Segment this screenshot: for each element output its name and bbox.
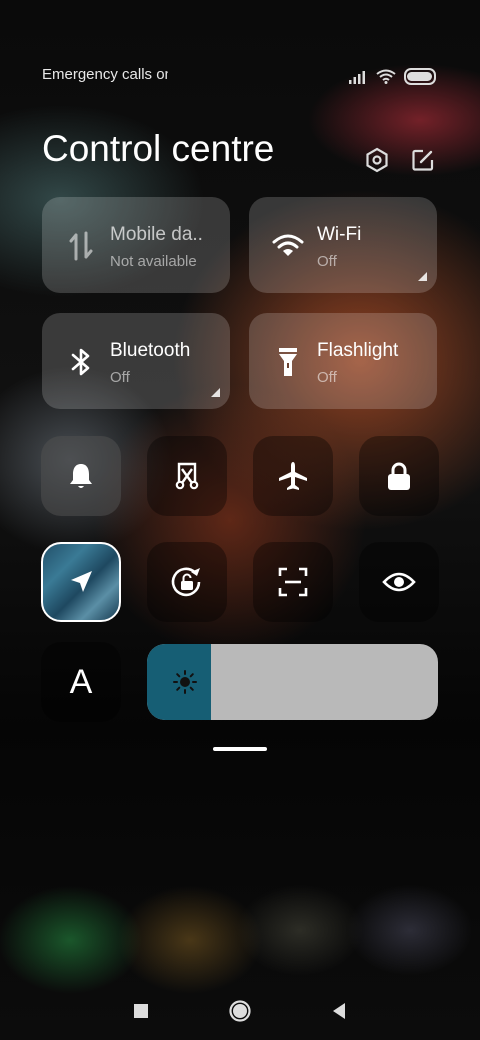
scan-icon — [278, 567, 308, 597]
location-icon — [71, 571, 92, 592]
recents-icon — [134, 1004, 148, 1018]
tile-state: Not available — [110, 253, 197, 270]
mobile-data-icon — [64, 229, 98, 263]
edit-button[interactable] — [408, 145, 438, 175]
mobile-data-tile[interactable]: Mobile da.. Not available — [42, 197, 230, 293]
flashlight-icon — [271, 345, 305, 379]
tile-name: Bluetooth — [110, 340, 191, 361]
status-bar: Emergency calls only — [42, 66, 436, 86]
eye-icon — [382, 572, 416, 592]
bluetooth-icon — [64, 345, 98, 379]
battery-icon — [404, 68, 436, 85]
tile-state: Off — [317, 253, 337, 270]
home-icon — [229, 1000, 251, 1022]
wifi-status-icon — [376, 69, 396, 84]
brightness-slider[interactable] — [147, 644, 438, 720]
scanner-toggle[interactable] — [253, 542, 333, 622]
expand-corner-icon[interactable] — [418, 272, 427, 281]
wifi-tile[interactable]: Wi-Fi Off — [249, 197, 437, 293]
wifi-icon — [271, 229, 305, 263]
bell-icon — [70, 464, 92, 488]
drag-handle[interactable] — [213, 747, 267, 751]
tile-state: Off — [110, 369, 130, 386]
tile-name: Mobile da.. — [110, 224, 203, 245]
settings-button[interactable] — [362, 145, 392, 175]
rotation-lock-toggle[interactable] — [147, 542, 227, 622]
recents-button[interactable] — [126, 996, 156, 1026]
tile-state: Off — [317, 369, 337, 386]
font-button-label: A — [69, 662, 93, 701]
bluetooth-tile[interactable]: Bluetooth Off — [42, 313, 230, 409]
tile-name: Wi-Fi — [317, 224, 362, 245]
font-size-button[interactable]: A — [41, 642, 121, 722]
expand-corner-icon[interactable] — [211, 388, 220, 397]
tile-name: Flashlight — [317, 340, 399, 361]
edit-icon — [412, 149, 434, 171]
signal-icon — [349, 70, 365, 84]
back-icon — [333, 1003, 345, 1019]
back-button[interactable] — [324, 996, 354, 1026]
rotation-lock-icon — [171, 567, 201, 597]
ringer-toggle[interactable] — [41, 436, 121, 516]
lock-toggle[interactable] — [359, 436, 439, 516]
airplane-icon — [279, 462, 307, 490]
lock-icon — [388, 462, 410, 490]
page-title: Control centre — [42, 128, 275, 169]
screenshot-icon — [175, 462, 199, 490]
airplane-toggle[interactable] — [253, 436, 333, 516]
sun-icon — [173, 670, 197, 694]
screenshot-toggle[interactable] — [147, 436, 227, 516]
settings-icon — [366, 147, 388, 173]
carrier-text: Emergency calls only — [42, 66, 168, 83]
reading-mode-toggle[interactable] — [359, 542, 439, 622]
location-toggle[interactable] — [41, 542, 121, 622]
home-button[interactable] — [225, 996, 255, 1026]
flashlight-tile[interactable]: Flashlight Off — [249, 313, 437, 409]
